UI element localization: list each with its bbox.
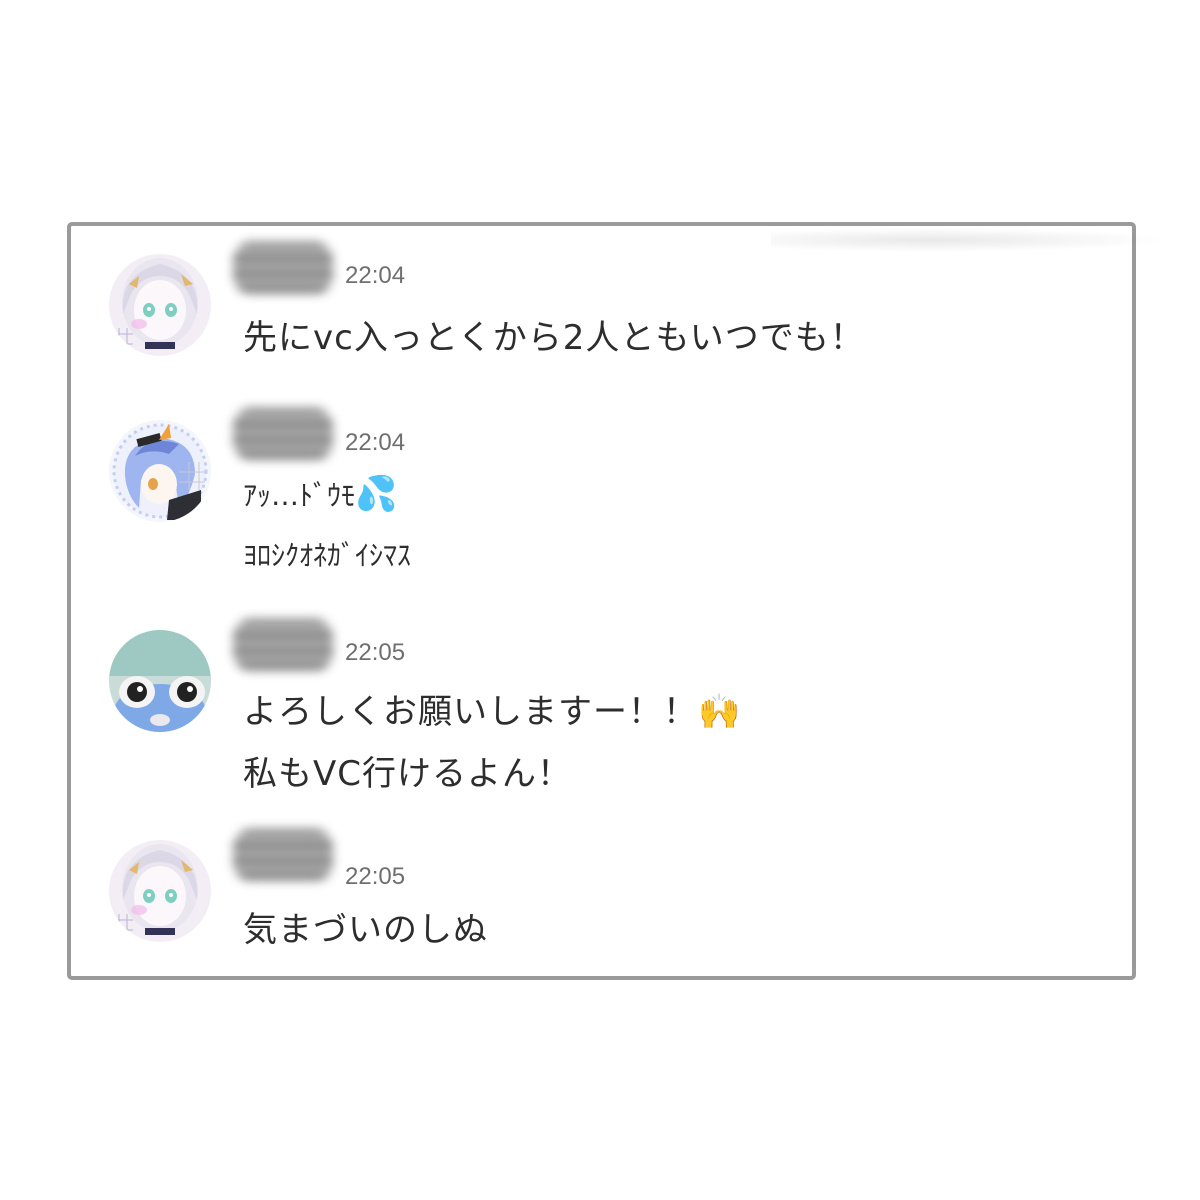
raising-hands-emoji-icon: 🙌 <box>698 692 742 732</box>
user-avatar-anime-girl[interactable] <box>109 840 211 942</box>
message-text: ﾖﾛｼｸｵﾈｶﾞｲｼﾏｽ <box>243 539 412 572</box>
message-text: 先にvc入っとくから2人ともいつでも！ <box>243 318 865 358</box>
user-avatar-anime-girl[interactable] <box>109 254 211 356</box>
avatar-image <box>109 840 211 942</box>
message-timestamp: 22:05 <box>345 863 406 890</box>
avatar-image <box>109 254 211 356</box>
username-blurred[interactable] <box>233 408 333 460</box>
message-text-part: よろしくお願いしますー！！ <box>243 692 698 732</box>
frame-shadow <box>771 228 1171 252</box>
user-avatar-blue-hair[interactable] <box>109 420 211 522</box>
chat-frame: 22:04 先にvc入っとくから2人ともいつでも！ 22:04 ｱｯ…ﾄﾞｳﾓ💦… <box>67 222 1171 980</box>
message-timestamp: 22:04 <box>345 429 406 456</box>
message-timestamp: 22:05 <box>345 639 406 666</box>
message-text: ｱｯ…ﾄﾞｳﾓ💦 <box>243 474 397 514</box>
message-text-part: ｱｯ…ﾄﾞｳﾓ <box>243 479 356 512</box>
message-text: よろしくお願いしますー！！🙌 <box>243 684 741 733</box>
message-timestamp: 22:04 <box>345 262 406 289</box>
message-text: 気まづいのしぬ <box>243 910 488 950</box>
user-avatar-penguin[interactable] <box>109 630 211 732</box>
avatar-image <box>109 630 211 732</box>
username-blurred[interactable] <box>233 242 333 294</box>
message-text: 私もVC行けるよん！ <box>243 754 572 794</box>
sweat-drops-emoji-icon: 💦 <box>355 474 398 514</box>
avatar-image <box>109 420 211 522</box>
username-blurred[interactable] <box>233 829 333 881</box>
username-blurred[interactable] <box>233 619 333 671</box>
